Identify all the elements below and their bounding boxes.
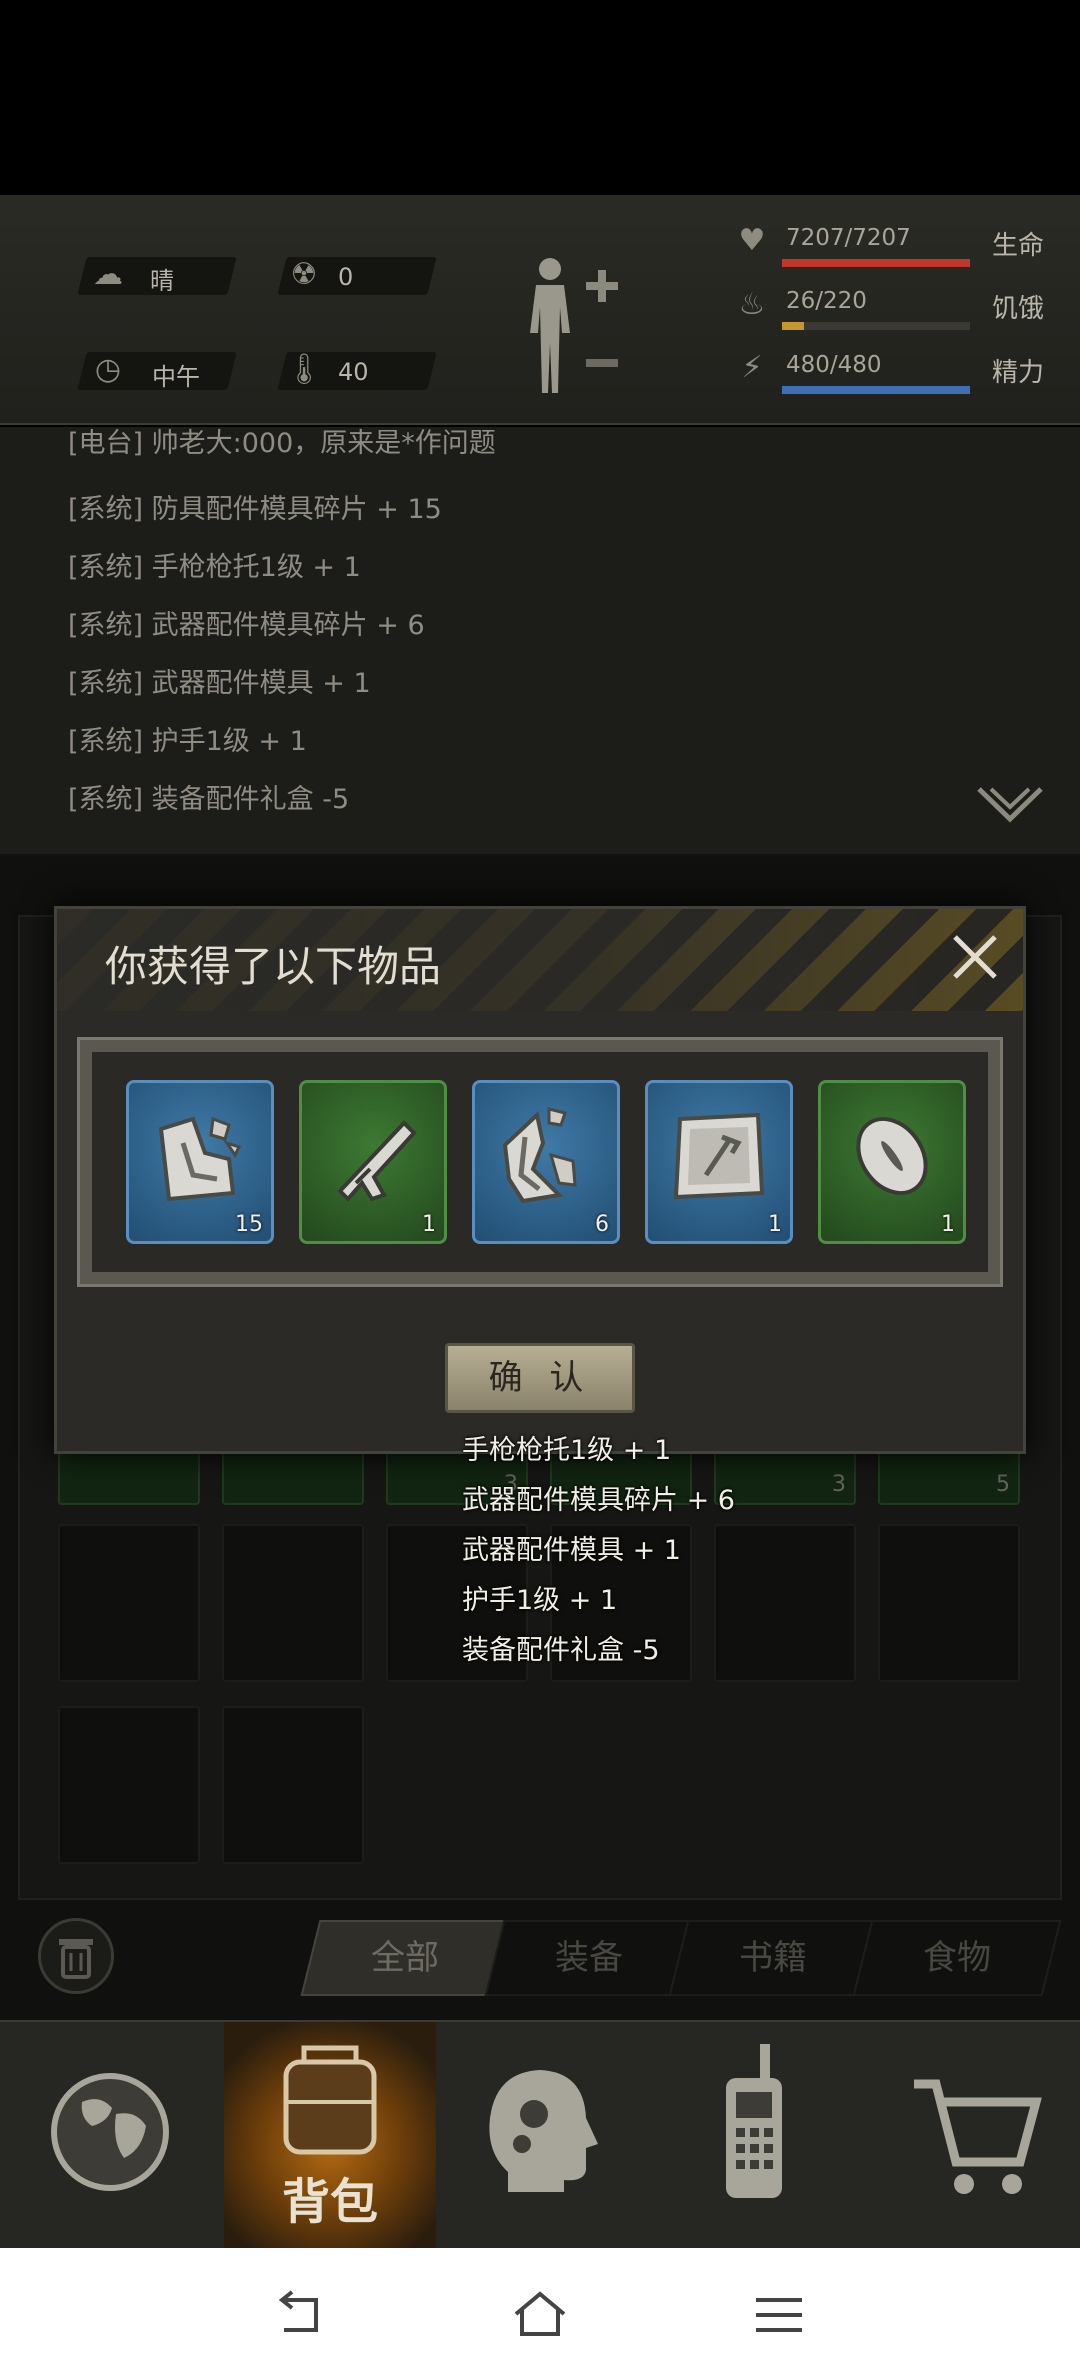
lightning-icon: ⚡ — [741, 350, 763, 385]
radiation-icon: ☢ — [290, 257, 318, 292]
globe-icon — [51, 2073, 169, 2191]
clock-icon: ◷ — [94, 352, 122, 387]
dialog-title: 你获得了以下物品 — [105, 942, 442, 991]
plus-icon[interactable] — [584, 268, 620, 304]
log-line: [系统] 装备配件礼盒 -5 — [68, 784, 350, 815]
body-status-button[interactable] — [520, 255, 580, 395]
message-log[interactable]: [电台] 帅老大:000，原来是*作问题 [系统] 防具配件模具碎片 + 15 … — [0, 427, 1080, 852]
time-of-day-value: 中午 — [152, 363, 200, 391]
reward-count: 15 — [235, 1212, 263, 1237]
nav-backpack-label: 背包 — [281, 2174, 378, 2230]
close-icon — [953, 935, 997, 979]
nav-skills[interactable] — [436, 2022, 648, 2248]
radiation-value: 0 — [338, 263, 354, 291]
log-line: [电台] 帅老大:000，原来是*作问题 — [68, 428, 496, 459]
reward-count: 6 — [595, 1212, 609, 1237]
reward-item[interactable]: 1 — [818, 1080, 966, 1244]
energy-value: 480/480 — [786, 352, 882, 378]
reward-count: 1 — [941, 1212, 955, 1237]
log-line: [系统] 武器配件模具 + 1 — [68, 668, 371, 699]
reward-item[interactable]: 15 — [126, 1080, 274, 1244]
home-icon[interactable] — [510, 2290, 570, 2340]
weather-value: 晴 — [150, 267, 174, 295]
walkie-talkie-icon — [726, 2044, 782, 2198]
chevron-down-icon[interactable] — [975, 785, 1045, 825]
pistol-stock-icon — [337, 1120, 417, 1202]
reward-count: 1 — [422, 1212, 436, 1237]
weapon-mold-icon — [673, 1112, 765, 1200]
toast-message: 护手1级 + 1 — [462, 1585, 618, 1616]
hunger-bar — [782, 322, 970, 330]
hunger-value: 26/220 — [786, 288, 867, 314]
nav-radio[interactable] — [648, 2022, 860, 2248]
reward-items-frame: 15 1 6 1 1 — [77, 1037, 1003, 1287]
shopping-cart-icon — [914, 2079, 1042, 2194]
nav-shop[interactable] — [860, 2022, 1072, 2248]
log-line: [系统] 防具配件模具碎片 + 15 — [68, 494, 442, 525]
human-body-icon — [530, 258, 570, 393]
close-button[interactable] — [947, 929, 1003, 985]
toast-message: 武器配件模具碎片 + 6 — [462, 1485, 735, 1516]
reward-count: 1 — [768, 1212, 782, 1237]
weapon-mold-fragment-icon — [502, 1107, 577, 1204]
hunger-label: 饥饿 — [992, 294, 1045, 324]
thermometer-icon: 🌡 — [284, 352, 324, 387]
reward-item[interactable]: 1 — [645, 1080, 793, 1244]
reward-item[interactable]: 1 — [299, 1080, 447, 1244]
temperature-value: 40 — [338, 358, 369, 386]
toast-message: 装备配件礼盒 -5 — [462, 1635, 660, 1666]
back-icon[interactable] — [270, 2290, 330, 2340]
toast-message: 武器配件模具 + 1 — [462, 1535, 681, 1566]
health-label: 生命 — [992, 231, 1045, 261]
reward-dialog: 你获得了以下物品 15 1 6 1 1 确 认 — [54, 906, 1026, 1454]
energy-bar — [782, 386, 970, 394]
stomach-icon: ♨ — [738, 287, 766, 322]
handguard-icon — [856, 1116, 928, 1196]
heart-rate-icon: ♥ — [738, 223, 766, 258]
head-gear-icon — [489, 2070, 598, 2192]
reward-item[interactable]: 6 — [472, 1080, 620, 1244]
cloud-sun-icon: ☁ — [93, 257, 123, 292]
reward-items-row: 15 1 6 1 1 — [92, 1052, 988, 1272]
energy-label: 精力 — [992, 358, 1045, 388]
confirm-button[interactable]: 确 认 — [445, 1343, 635, 1413]
toast-message: 手枪枪托1级 + 1 — [462, 1435, 672, 1466]
nav-backpack[interactable]: 背包 — [224, 2022, 436, 2248]
armor-mold-fragment-icon — [158, 1116, 242, 1202]
minus-icon[interactable] — [584, 354, 620, 367]
health-bar — [782, 259, 970, 267]
menu-icon[interactable] — [750, 2290, 810, 2340]
log-line: [系统] 手枪枪托1级 + 1 — [68, 552, 361, 583]
log-line: [系统] 武器配件模具碎片 + 6 — [68, 610, 425, 641]
nav-world[interactable] — [12, 2022, 224, 2248]
health-value: 7207/7207 — [786, 225, 911, 251]
log-line: [系统] 护手1级 + 1 — [68, 726, 307, 757]
